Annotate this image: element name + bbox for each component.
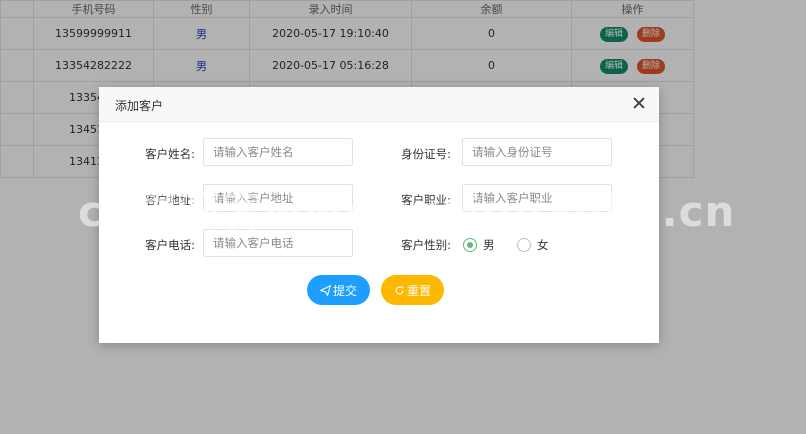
reset-button[interactable]: 重置 xyxy=(381,275,444,305)
refresh-icon xyxy=(395,285,404,294)
gender-radio-male[interactable]: 男 xyxy=(463,237,495,253)
send-icon xyxy=(319,284,331,296)
radio-checked-icon[interactable] xyxy=(463,238,477,252)
gender-label: 客户性别: xyxy=(401,238,451,252)
customer-job-input[interactable] xyxy=(462,184,612,212)
radio-label-male: 男 xyxy=(483,238,495,252)
reset-label: 重置 xyxy=(406,283,431,298)
phone-label: 客户电话: xyxy=(145,238,195,252)
customer-phone-input[interactable] xyxy=(203,229,353,257)
dialog-title: 添加客户 xyxy=(115,99,164,113)
radio-unchecked-icon[interactable] xyxy=(517,238,531,252)
customer-address-input[interactable] xyxy=(203,184,353,212)
radio-label-female: 女 xyxy=(537,238,549,252)
add-customer-dialog: 添加客户 客户姓名: 身份证号: 客户地址: 客户职业: 客户电话: 客户性别:… xyxy=(99,87,659,343)
customer-name-input[interactable] xyxy=(203,138,353,166)
submit-label: 提交 xyxy=(332,283,357,298)
submit-button[interactable]: 提交 xyxy=(307,275,370,305)
name-label: 客户姓名: xyxy=(145,147,195,161)
close-icon[interactable] xyxy=(632,96,646,110)
gender-radio-female[interactable]: 女 xyxy=(517,237,549,253)
job-label: 客户职业: xyxy=(401,193,451,207)
id-card-input[interactable] xyxy=(462,138,612,166)
id-card-label: 身份证号: xyxy=(401,147,451,161)
dialog-header: 添加客户 xyxy=(99,87,659,122)
address-label: 客户地址: xyxy=(145,193,195,207)
